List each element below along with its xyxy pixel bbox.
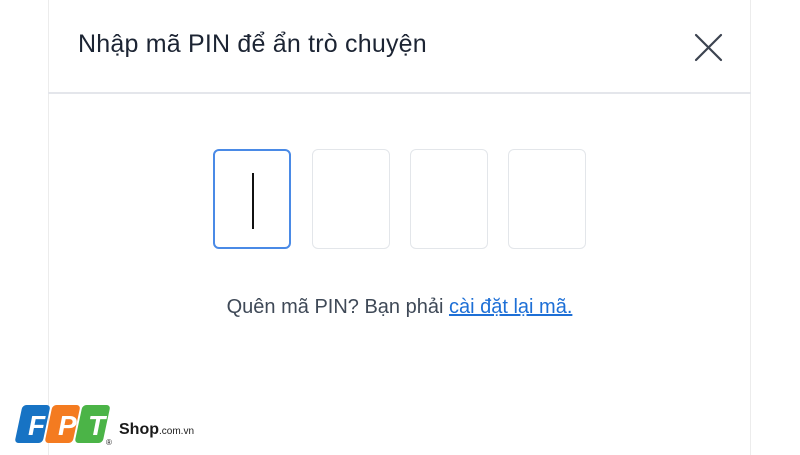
forgot-pin-text: Quên mã PIN? Bạn phải cài đặt lại mã.: [48, 296, 751, 319]
text-caret: [252, 173, 254, 229]
close-button[interactable]: [688, 28, 728, 68]
logo-letter-f: F: [28, 410, 46, 441]
logo-letter-p: P: [58, 410, 77, 441]
pin-digit-4[interactable]: [508, 149, 586, 249]
reset-pin-link[interactable]: cài đặt lại mã.: [449, 296, 572, 318]
logo-brand: Shop: [119, 421, 159, 438]
logo-wordmark: Shop.com.vn: [119, 421, 194, 439]
pin-digit-2[interactable]: [312, 149, 390, 249]
dialog-title: Nhập mã PIN để ẩn trò chuyện: [78, 30, 427, 58]
fptshop-watermark: F P T ® Shop.com.vn: [15, 403, 215, 453]
close-icon: [694, 33, 723, 62]
logo-letter-t: T: [88, 410, 108, 441]
logo-domain: .com.vn: [159, 426, 195, 437]
forgot-pin-prefix: Quên mã PIN? Bạn phải: [226, 296, 449, 318]
pin-digit-3[interactable]: [410, 149, 488, 249]
pin-digit-1[interactable]: [213, 149, 291, 249]
pin-dialog: Nhập mã PIN để ẩn trò chuyện Quên mã PIN…: [48, 0, 751, 455]
fpt-logo-icon: F P T ®: [15, 405, 112, 447]
pin-input-group: [213, 149, 589, 249]
registered-mark: ®: [106, 438, 112, 447]
dialog-header: Nhập mã PIN để ẩn trò chuyện: [48, 0, 751, 94]
